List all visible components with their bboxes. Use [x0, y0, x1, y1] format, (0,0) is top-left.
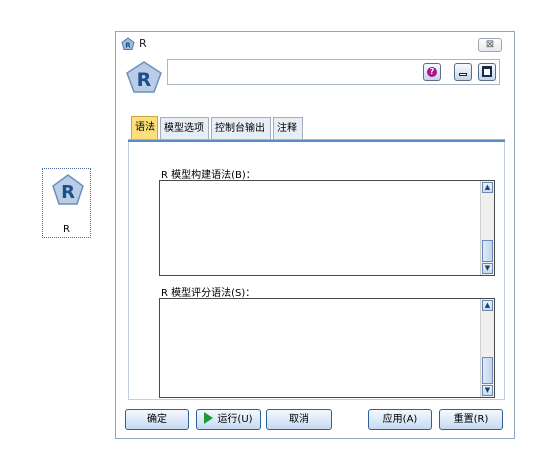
- r-logo-icon: R: [52, 174, 84, 205]
- syntax-panel: R 模型构建语法(B)： ▲ ▼ R 模型评分语法(S)： ▲ ▼: [128, 142, 505, 400]
- build-syntax-input[interactable]: ▲ ▼: [159, 180, 495, 276]
- svg-text:R: R: [125, 42, 131, 50]
- window-title: R: [139, 37, 147, 50]
- score-syntax-scrollbar[interactable]: ▲ ▼: [480, 299, 494, 397]
- scroll-thumb[interactable]: [482, 240, 493, 262]
- scroll-down-icon[interactable]: ▼: [482, 263, 493, 274]
- r-node[interactable]: R R: [42, 168, 91, 238]
- tab-console-output[interactable]: 控制台输出: [211, 117, 271, 139]
- apply-button[interactable]: 应用(A): [368, 409, 432, 430]
- scroll-up-icon[interactable]: ▲: [482, 300, 493, 311]
- tab-model-options[interactable]: 模型选项: [160, 117, 209, 139]
- build-syntax-scrollbar[interactable]: ▲ ▼: [480, 181, 494, 275]
- close-button[interactable]: ⊠: [478, 38, 502, 52]
- ok-button[interactable]: 确定: [125, 409, 189, 430]
- build-syntax-label: R 模型构建语法(B)：: [161, 170, 256, 181]
- r-dialog: R R ⊠ R ? 语法 模型选项 控制台输出 注释 R 模型构建语法(B)：: [115, 31, 515, 439]
- r-logo-icon: R: [121, 37, 135, 50]
- tab-syntax[interactable]: 语法: [131, 116, 158, 139]
- run-icon: [204, 412, 214, 424]
- scroll-down-icon[interactable]: ▼: [482, 385, 493, 396]
- scroll-up-icon[interactable]: ▲: [482, 182, 493, 193]
- run-button[interactable]: 运行(U): [196, 409, 261, 430]
- maximize-icon: [482, 66, 492, 77]
- node-label: R: [63, 224, 70, 235]
- reset-button[interactable]: 重置(R): [439, 409, 503, 430]
- title-bar[interactable]: R R ⊠: [116, 32, 514, 56]
- run-button-label: 运行(U): [217, 414, 253, 425]
- scroll-thumb[interactable]: [482, 357, 493, 384]
- r-logo-icon: R: [126, 61, 162, 93]
- cancel-button[interactable]: 取消: [266, 409, 332, 430]
- minimize-button[interactable]: [454, 63, 472, 81]
- score-syntax-input[interactable]: ▲ ▼: [159, 298, 495, 398]
- maximize-button[interactable]: [478, 63, 496, 81]
- help-button[interactable]: ?: [423, 63, 441, 81]
- help-icon: ?: [427, 67, 437, 77]
- svg-text:R: R: [137, 69, 152, 91]
- close-icon: ⊠: [485, 39, 495, 50]
- minimize-icon: [459, 73, 467, 76]
- svg-text:R: R: [61, 182, 75, 203]
- tab-annotations[interactable]: 注释: [273, 117, 303, 139]
- score-syntax-label: R 模型评分语法(S)：: [161, 288, 256, 299]
- node-name-field[interactable]: ?: [167, 59, 500, 85]
